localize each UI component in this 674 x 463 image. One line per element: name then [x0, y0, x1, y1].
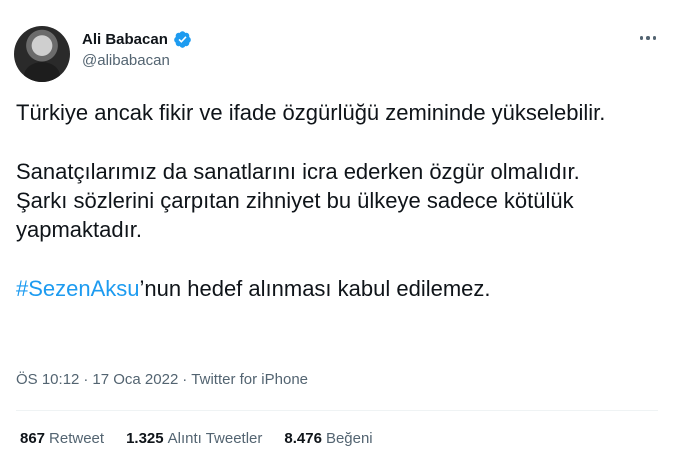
quote-tweets-label: Alıntı Tweetler [167, 430, 263, 447]
meta-separator: · [83, 371, 89, 388]
tweet-paragraph-3-text: ’nun hedef alınması kabul edilemez. [139, 276, 491, 301]
tweet-text: Türkiye ancak fikir ve ifade özgürlüğü z… [16, 98, 636, 333]
tweet-paragraph-3: #SezenAksu’nun hedef alınması kabul edil… [16, 274, 636, 303]
likes-stat[interactable]: 8.476 Beğeni [284, 430, 372, 447]
tweet-time[interactable]: ÖS 10:12 [16, 371, 79, 388]
quote-tweets-stat[interactable]: 1.325 Alıntı Tweetler [126, 430, 262, 447]
tweet-paragraph-1: Türkiye ancak fikir ve ifade özgürlüğü z… [16, 100, 606, 125]
avatar[interactable] [14, 26, 70, 82]
hashtag-link[interactable]: #SezenAksu [16, 276, 140, 301]
verified-badge-icon [174, 30, 191, 48]
retweets-stat[interactable]: 867 Retweet [20, 430, 104, 447]
retweets-label: Retweet [49, 430, 105, 447]
author-name-row: Ali Babacan [82, 29, 192, 49]
engagement-stats: 867 Retweet 1.325 Alıntı Tweetler 8.476 … [20, 430, 373, 447]
divider [16, 410, 658, 411]
retweets-count: 867 [20, 430, 46, 447]
likes-count: 8.476 [284, 430, 322, 447]
likes-label: Beğeni [325, 430, 373, 447]
quote-tweets-count: 1.325 [126, 430, 164, 447]
tweet-card: Ali Babacan @alibabacan Türkiye ancak fi… [0, 0, 674, 463]
author-display-name[interactable]: Ali Babacan [82, 31, 168, 48]
tweet-date[interactable]: 17 Oca 2022 [92, 371, 178, 388]
author-handle[interactable]: @alibabacan [82, 52, 170, 69]
more-options-icon[interactable] [636, 30, 660, 46]
tweet-paragraph-2: Sanatçılarımız da sanatlarını icra ederk… [16, 159, 580, 242]
tweet-source[interactable]: Twitter for iPhone [191, 371, 308, 388]
meta-separator: · [182, 371, 188, 388]
tweet-metadata: ÖS 10:12 · 17 Oca 2022 · Twitter for iPh… [16, 371, 308, 388]
